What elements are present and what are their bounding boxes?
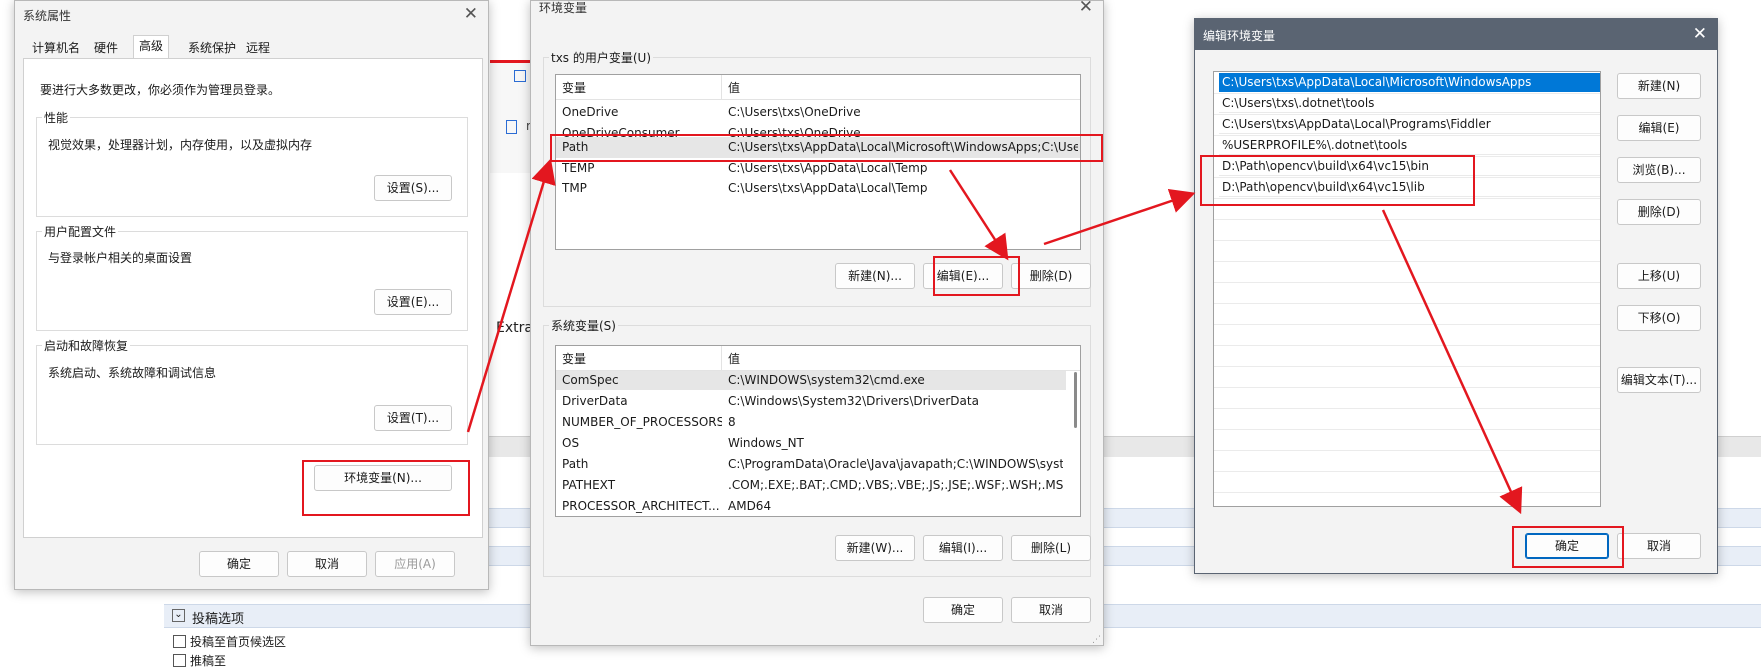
arrow-to-edit-button: [948, 169, 1009, 261]
arrow-to-edit-dialog: [1043, 188, 1196, 246]
annotation-arrows: [466, 158, 1523, 515]
arrow-to-path-row: [466, 158, 556, 433]
arrow-to-ok-button: [1381, 209, 1523, 515]
